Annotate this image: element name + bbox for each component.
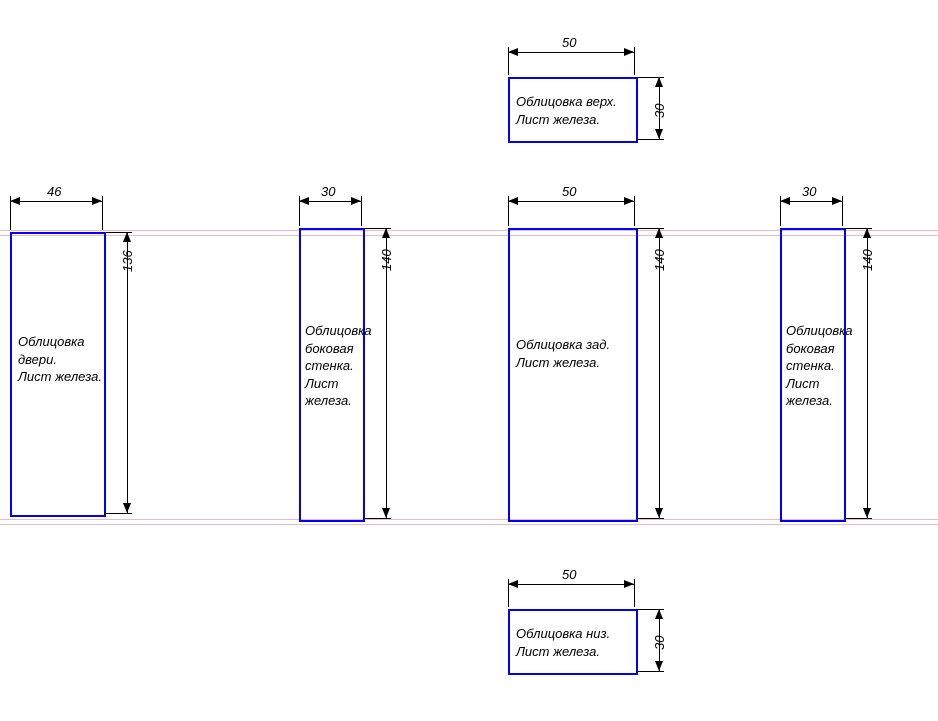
dim-ext <box>842 196 843 226</box>
arrow-icon <box>508 197 518 205</box>
arrow-icon <box>655 609 663 619</box>
guide-bot-2 <box>0 524 938 525</box>
dim-line <box>386 228 387 518</box>
arrow-icon <box>123 503 131 513</box>
part-side-a-label: Облицовка боковая стенка. Лист железа. <box>305 322 372 410</box>
part-bottom-height: 30 <box>652 636 667 650</box>
dim-line <box>10 201 102 202</box>
part-side-a-height: 140 <box>379 249 394 271</box>
part-top-label: Облицовка верх. Лист железа. <box>516 93 617 128</box>
dim-ext <box>844 518 872 519</box>
arrow-icon <box>832 197 842 205</box>
dim-line <box>508 584 634 585</box>
dim-ext <box>636 518 664 519</box>
arrow-icon <box>863 228 871 238</box>
dim-ext <box>634 47 635 75</box>
arrow-icon <box>624 197 634 205</box>
dim-ext <box>634 196 635 226</box>
arrow-icon <box>655 77 663 87</box>
part-side-b-height: 140 <box>860 249 875 271</box>
part-back-label: Облицовка зад. Лист железа. <box>516 336 610 371</box>
arrow-icon <box>299 197 309 205</box>
part-door-width: 46 <box>47 184 61 199</box>
dim-ext <box>102 196 103 230</box>
part-bottom-width: 50 <box>562 567 576 582</box>
part-door-label: Облицовка двери. Лист железа. <box>18 333 102 386</box>
dim-ext <box>634 579 635 607</box>
arrow-icon <box>351 197 361 205</box>
dim-line <box>659 228 660 518</box>
arrow-icon <box>624 580 634 588</box>
arrow-icon <box>655 228 663 238</box>
arrow-icon <box>382 508 390 518</box>
dim-line <box>867 228 868 518</box>
dim-ext <box>636 671 664 672</box>
arrow-icon <box>655 508 663 518</box>
part-bottom-label: Облицовка низ. Лист железа. <box>516 625 610 660</box>
arrow-icon <box>92 197 102 205</box>
part-side-b-label: Облицовка боковая стенка. Лист железа. <box>786 322 853 410</box>
dim-line <box>508 52 634 53</box>
dim-line <box>127 232 128 513</box>
part-side-b-width: 30 <box>802 184 816 199</box>
arrow-icon <box>123 232 131 242</box>
dim-line <box>508 201 634 202</box>
arrow-icon <box>655 661 663 671</box>
drawing-canvas: Облицовка верх. Лист железа. 50 30 Облиц… <box>0 0 938 721</box>
dim-ext <box>361 196 362 226</box>
arrow-icon <box>780 197 790 205</box>
arrow-icon <box>624 48 634 56</box>
dim-ext <box>636 139 664 140</box>
part-back-height: 140 <box>652 249 667 271</box>
part-door-height: 136 <box>120 250 135 272</box>
arrow-icon <box>508 48 518 56</box>
arrow-icon <box>863 508 871 518</box>
arrow-icon <box>655 129 663 139</box>
part-top-height: 30 <box>652 104 667 118</box>
dim-ext <box>104 513 132 514</box>
arrow-icon <box>10 197 20 205</box>
arrow-icon <box>508 580 518 588</box>
part-side-a-width: 30 <box>321 184 335 199</box>
arrow-icon <box>382 228 390 238</box>
dim-ext <box>363 518 391 519</box>
part-back-width: 50 <box>562 184 576 199</box>
part-back <box>508 228 638 522</box>
part-top-width: 50 <box>562 35 576 50</box>
